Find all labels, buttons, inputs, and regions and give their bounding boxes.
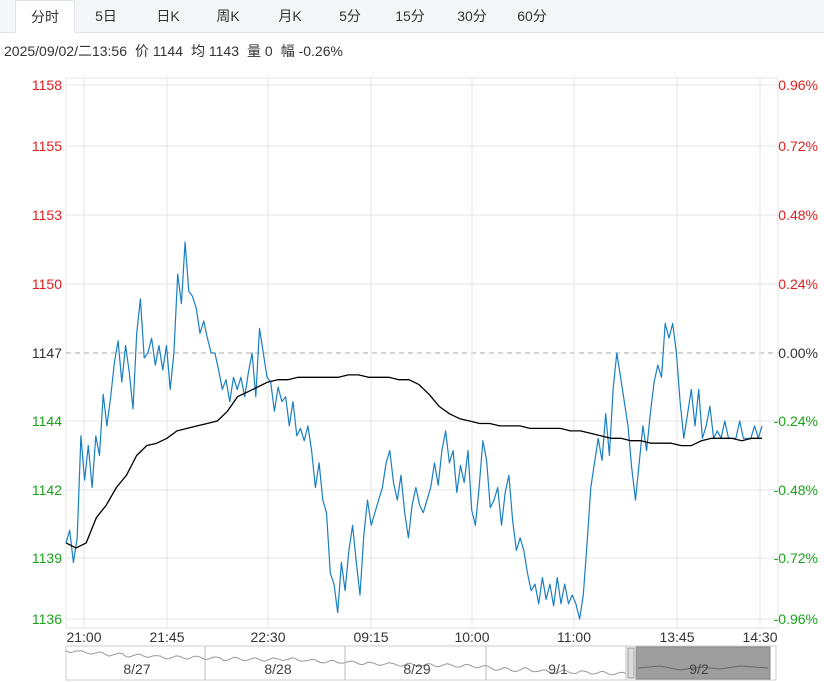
y-tick-label-left: 1139 (32, 550, 62, 566)
navigator-day-label: 9/2 (689, 661, 709, 677)
navigator-day-label: 8/28 (264, 661, 291, 677)
navigator-day-label: 9/1 (548, 661, 568, 677)
y-tick-label-right: 0.72% (778, 138, 818, 154)
average-price-line (65, 374, 762, 549)
y-tick-label-left: 1142 (32, 482, 62, 498)
y-tick-label-right: 0.24% (778, 276, 818, 292)
chart-axes: 1158 1155 1153 1150 1147 1144 1142 1139 1136 0.96… (32, 77, 818, 645)
y-tick-label-right: 0.00% (778, 345, 818, 361)
x-tick-label: 14:30 (742, 629, 777, 645)
y-tick-label-right: -0.24% (774, 413, 818, 429)
intraday-chart[interactable]: 1158 1155 1153 1150 1147 1144 1142 1139 1136 0.96… (0, 0, 824, 683)
x-tick-label: 10:00 (454, 629, 489, 645)
y-tick-label-left: 1150 (32, 276, 62, 292)
y-tick-label-left: 1158 (32, 77, 62, 93)
x-tick-label: 22:30 (250, 629, 285, 645)
x-tick-label: 13:45 (659, 629, 694, 645)
navigator-day-label: 8/27 (123, 661, 150, 677)
x-tick-label: 21:00 (66, 629, 101, 645)
x-tick-label: 11:00 (557, 629, 591, 645)
y-tick-label-right: -0.48% (774, 482, 818, 498)
y-tick-label-right: -0.72% (774, 550, 818, 566)
chart-series (65, 241, 763, 620)
y-tick-label-right: -0.96% (774, 611, 818, 627)
y-tick-label-left: 1136 (32, 611, 62, 627)
x-tick-label: 09:15 (353, 629, 388, 645)
y-tick-label-right: 0.96% (778, 77, 818, 93)
y-tick-label-left: 1147 (32, 345, 62, 361)
time-navigator[interactable]: 8/27 8/28 8/29 9/1 9/2 (65, 645, 777, 681)
x-tick-label: 21:45 (149, 629, 184, 645)
y-tick-label-right: 0.48% (778, 207, 818, 223)
navigator-day-label: 8/29 (403, 661, 430, 677)
navigator-left-handle (627, 647, 635, 679)
chart-grid (65, 77, 779, 629)
y-tick-label-left: 1144 (32, 413, 62, 429)
price-line (65, 241, 763, 620)
y-tick-label-left: 1153 (32, 207, 62, 223)
y-tick-label-left: 1155 (32, 138, 62, 154)
